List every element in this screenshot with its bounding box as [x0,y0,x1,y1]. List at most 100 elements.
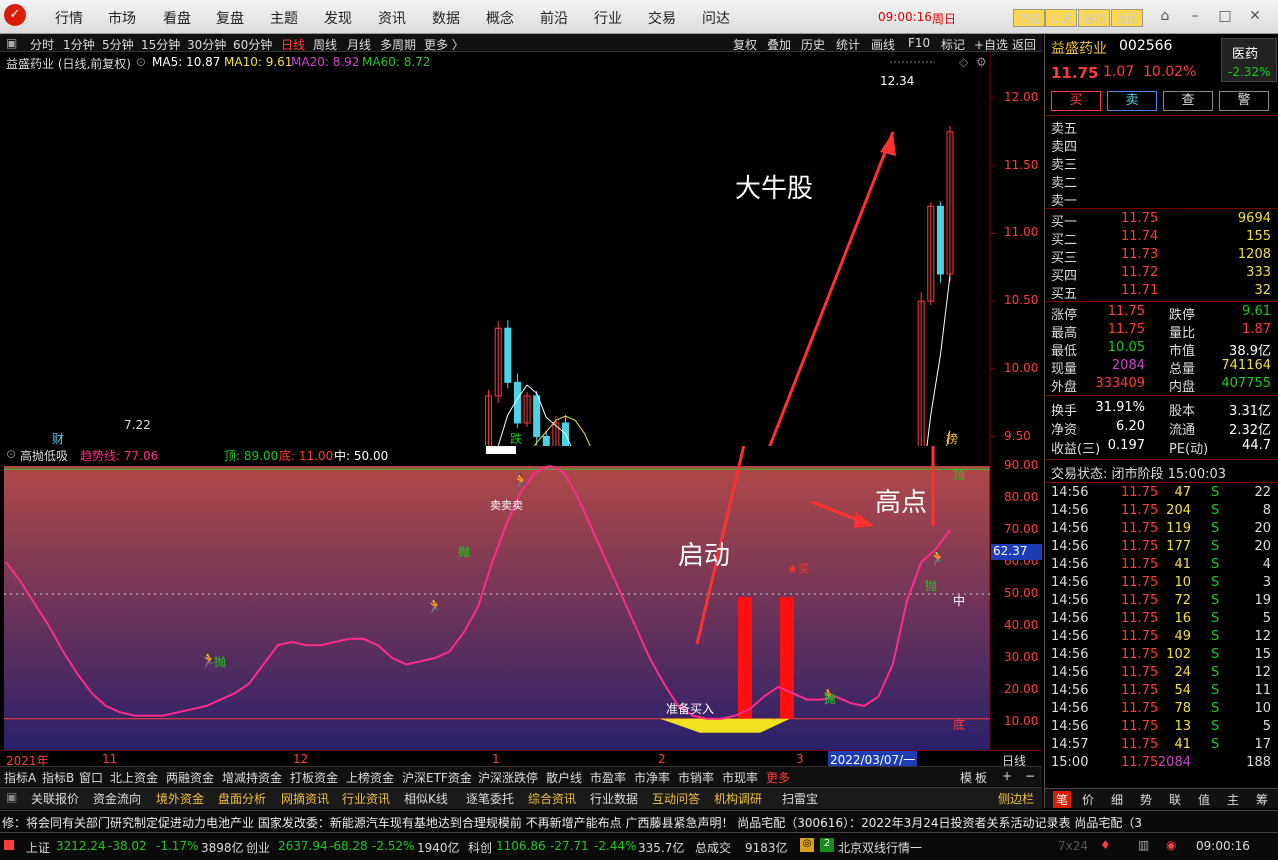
tab-qa[interactable]: 互动问答 [652,790,700,807]
connection-line[interactable]: 北京双线行情一 [838,839,922,856]
tool-fuquan[interactable]: 复权 [733,36,757,53]
tab-etf-fund[interactable]: 沪深ETF资金 [402,769,472,786]
menu-hangye[interactable]: 行业 [594,8,622,28]
tool-overlay[interactable]: 叠加 [767,36,791,53]
menu-zhuti[interactable]: 主题 [270,8,298,28]
remove-window-button[interactable]: − [1025,769,1035,783]
notification-icon[interactable]: ♦ [1100,838,1111,852]
line-number-icon[interactable]: 2 [820,838,834,852]
kline-chart[interactable] [0,52,1042,446]
tab-foreign-fund[interactable]: 境外资金 [156,790,204,807]
tab-market-analysis[interactable]: 盘面分析 [218,790,266,807]
alert-button[interactable]: 警 [1219,91,1269,111]
menu-hangqing[interactable]: 行情 [55,8,83,28]
tool-draw[interactable]: 画线 [871,36,895,53]
template-button-2[interactable]: 板 [975,769,987,786]
lock-icon[interactable]: ▥ [1138,838,1149,852]
tab-limit-stats[interactable]: 沪深涨跌停 [478,769,538,786]
quote-tab[interactable]: 联 [1169,791,1181,808]
template-button[interactable]: 模 [960,769,972,786]
tab-industry-data[interactable]: 行业数据 [590,790,638,807]
gear-icon[interactable]: ⚙ [976,55,987,69]
news-7x24[interactable]: 7x24 [1058,839,1088,853]
sh-name[interactable]: 上证 [26,839,50,856]
cy-name[interactable]: 创业 [246,839,270,856]
tab-fund-flow[interactable]: 资金流向 [93,790,141,807]
tab-general-news[interactable]: 综合资讯 [528,790,576,807]
kc-name[interactable]: 科创 [468,839,492,856]
app-status-icon[interactable]: ◉ [1166,838,1176,852]
marker-die[interactable]: 跌 [510,430,522,447]
quote-tab[interactable]: 筹 [1256,791,1268,808]
tab-window[interactable]: 窗口 [79,769,103,786]
close-icon[interactable]: ✕ [1245,6,1265,26]
indicator-settings-icon[interactable]: ⊙ [6,447,16,461]
minimize-icon[interactable]: – [1185,6,1205,26]
tab-related-quote[interactable]: 关联报价 [31,790,79,807]
menu-shichang[interactable]: 市场 [108,8,136,28]
skin-icon[interactable]: ⌂ [1155,6,1175,26]
sell-button[interactable]: 卖 [1107,91,1157,111]
menu-qianyan[interactable]: 前沿 [540,8,568,28]
query-button[interactable]: 查 [1163,91,1213,111]
tool-history[interactable]: 历史 [801,36,825,53]
tab-research[interactable]: 机构调研 [714,790,762,807]
period-daily[interactable]: 日线 [281,36,305,53]
period-fenshi[interactable]: 分时 [30,36,54,53]
period-15min[interactable]: 15分钟 [141,36,180,53]
quote-tab[interactable]: 细 [1111,791,1123,808]
tool-f10[interactable]: F10 [908,36,930,50]
tab-risk-scan[interactable]: 扫雷宝 [782,790,818,807]
tab-similar-kline[interactable]: 相似K线 [404,790,448,807]
tool-add-watch[interactable]: +自选 [974,36,1008,53]
period-more[interactable]: 更多 〉 [424,36,464,53]
tab-indicator-b[interactable]: 指标B [42,769,74,786]
quote-tab[interactable]: 势 [1140,791,1152,808]
tool-mark[interactable]: 标记 [941,36,965,53]
tab-industry-news[interactable]: 行业资讯 [342,790,390,807]
collapse-icon[interactable]: ▣ [6,36,17,50]
function-button[interactable]: 功能 [1013,9,1046,27]
options-button[interactable]: 选项 [1078,9,1111,27]
quote-tab[interactable]: 价 [1082,791,1094,808]
news-text[interactable]: 修：将会同有关部门研究制定促进动力电池产业 国家发改委：新能源汽车现有基地达到合… [2,814,1142,831]
period-30min[interactable]: 30分钟 [187,36,226,53]
tab-retail-line[interactable]: 散户线 [546,769,582,786]
tab-billboard-fund[interactable]: 上榜资金 [346,769,394,786]
tab-pe[interactable]: 市盈率 [590,769,626,786]
news-ticker[interactable]: 修：将会同有关部门研究制定促进动力电池产业 国家发改委：新能源汽车现有基地达到合… [0,810,1278,832]
tab-northbound[interactable]: 北上资金 [110,769,158,786]
menu-fupan[interactable]: 复盘 [216,8,244,28]
tab-indicator-a[interactable]: 指标A [4,769,36,786]
formula-button[interactable]: 公式 [1045,9,1078,27]
menu-wenda[interactable]: 问达 [702,8,730,28]
quote-tab[interactable]: 笔 [1053,791,1072,808]
tool-stats[interactable]: 统计 [836,36,860,53]
period-multi[interactable]: 多周期 [380,36,416,53]
period-monthly[interactable]: 月线 [347,36,371,53]
quote-tab[interactable]: 值 [1198,791,1210,808]
sidebar-toggle[interactable]: 侧边栏 [998,790,1034,807]
period-weekly[interactable]: 周线 [313,36,337,53]
add-window-button[interactable]: + [1002,769,1012,783]
maximize-icon[interactable]: □ [1215,6,1235,26]
tab-pcf[interactable]: 市现率 [722,769,758,786]
quote-tab[interactable]: 主 [1227,791,1239,808]
diamond-icon[interactable]: ◇ [959,55,968,69]
tab-more[interactable]: 更多 [766,769,790,786]
tab-limit-up-fund[interactable]: 打板资金 [290,769,338,786]
menu-shuju[interactable]: 数据 [432,8,460,28]
settings-icon[interactable]: ⊙ [136,55,146,69]
tab-margin[interactable]: 两融资金 [166,769,214,786]
coin-icon[interactable]: ◎ [800,838,814,852]
tab-ps[interactable]: 市销率 [678,769,714,786]
menu-jiaoyi[interactable]: 交易 [648,8,676,28]
buy-button[interactable]: 买 [1051,91,1101,111]
marker-cai[interactable]: 财 [52,430,64,447]
menu-zixun[interactable]: 资讯 [378,8,406,28]
menu-faxian[interactable]: 发现 [324,8,352,28]
tab-web-news[interactable]: 网摘资讯 [281,790,329,807]
menu-kanpan[interactable]: 看盘 [163,8,191,28]
marker-bang[interactable]: 榜 [946,430,958,447]
return-button[interactable]: 返回 [1111,9,1144,27]
